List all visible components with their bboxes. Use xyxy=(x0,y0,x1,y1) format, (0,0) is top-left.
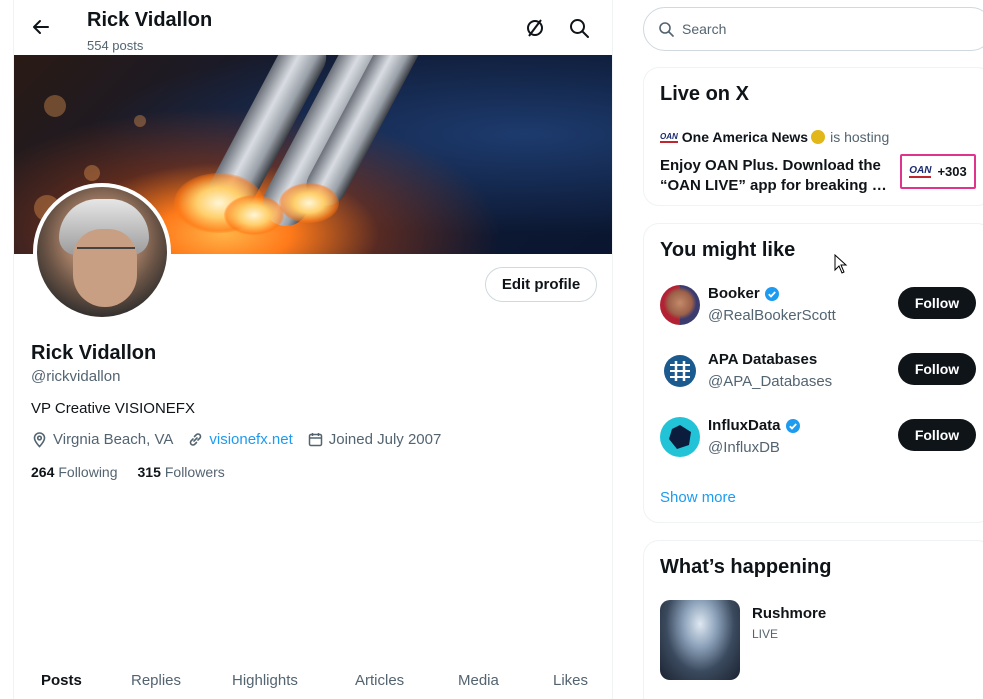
following-label: Following xyxy=(58,464,118,480)
topbar-name: Rick Vidallon xyxy=(87,9,213,31)
suggested-user-name: InfluxData xyxy=(708,417,801,434)
edit-profile-button[interactable]: Edit profile xyxy=(485,267,597,302)
suggested-user-handle: @APA_Databases xyxy=(708,373,833,390)
back-arrow-icon xyxy=(33,20,49,34)
suggested-user-handle: @InfluxDB xyxy=(708,439,780,456)
trend-status: LIVE xyxy=(752,627,779,641)
profile-bio: VP Creative VISIONEFX xyxy=(31,400,195,417)
live-description: Enjoy OAN Plus. Download the “OAN LIVE” … xyxy=(660,157,887,194)
profile-column: Rick Vidallon 554 posts Edit profile Ric… xyxy=(13,0,613,699)
avatar xyxy=(660,285,700,325)
tab-posts[interactable]: Posts xyxy=(41,672,82,689)
you-might-like-title: You might like xyxy=(660,239,796,261)
live-card-title: Live on X xyxy=(660,83,749,105)
live-host-row: OAN One America News is hosting xyxy=(660,129,889,145)
following-link[interactable]: 264 Following xyxy=(31,464,118,480)
joined-text: Joined July 2007 xyxy=(328,431,442,448)
tab-articles[interactable]: Articles xyxy=(355,672,404,689)
suggested-user[interactable]: InfluxData @InfluxDB Follow xyxy=(660,417,980,461)
listener-count: +303 xyxy=(937,164,967,179)
topbar-post-count: 554 posts xyxy=(87,38,144,53)
profile-meta: Virgnia Beach, VA visionefx.net Joined J… xyxy=(31,431,455,448)
suggested-user[interactable]: APA Databases @APA_Databases Follow xyxy=(660,351,980,395)
live-on-x-card[interactable]: Live on X OAN One America News is hostin… xyxy=(643,67,983,206)
mouse-cursor-icon xyxy=(834,254,848,274)
verified-badge-icon xyxy=(785,418,800,433)
profile-tabs: Posts Replies Highlights Articles Media … xyxy=(14,661,612,699)
search-placeholder: Search xyxy=(682,21,727,37)
location-item: Virgnia Beach, VA xyxy=(31,431,173,448)
influxdata-logo-avatar xyxy=(660,417,700,457)
profile-name: Rick Vidallon xyxy=(31,342,157,364)
search-icon xyxy=(659,22,674,37)
show-more-link[interactable]: Show more xyxy=(660,489,736,506)
live-host-name: One America News xyxy=(681,129,809,145)
followers-link[interactable]: 315 Followers xyxy=(138,464,225,480)
suggested-user-name: Booker xyxy=(708,285,780,302)
location-pin-icon xyxy=(33,432,46,448)
profile-topbar: Rick Vidallon 554 posts xyxy=(14,0,612,55)
location-text: Virgnia Beach, VA xyxy=(53,431,174,448)
you-might-like-card: You might like Booker @RealBookerScott F… xyxy=(643,223,983,523)
oan-small-logo: OAN xyxy=(660,131,678,143)
tab-replies[interactable]: Replies xyxy=(131,672,181,689)
whats-happening-card: What’s happening Rushmore LIVE xyxy=(643,540,983,699)
follow-button[interactable]: Follow xyxy=(898,287,976,319)
calendar-icon xyxy=(308,433,322,447)
followers-count: 315 xyxy=(137,464,161,480)
profile-avatar[interactable] xyxy=(33,183,171,321)
link-icon xyxy=(190,433,202,446)
follow-stats: 264 Following 315 Followers xyxy=(31,464,245,480)
follow-button[interactable]: Follow xyxy=(898,353,976,385)
gold-verified-icon xyxy=(811,130,826,144)
joined-item: Joined July 2007 xyxy=(307,431,442,448)
search-icon[interactable] xyxy=(568,17,590,39)
tab-likes[interactable]: Likes xyxy=(553,672,588,689)
search-box[interactable]: Search xyxy=(643,7,983,51)
followers-label: Followers xyxy=(164,464,225,480)
whats-happening-title: What’s happening xyxy=(660,556,832,578)
website-link[interactable]: visionefx.net xyxy=(209,431,292,448)
following-count: 264 xyxy=(31,464,55,480)
apa-logo-avatar xyxy=(660,351,700,391)
grok-icon[interactable] xyxy=(524,17,546,39)
live-listeners-badge[interactable]: OAN +303 xyxy=(900,154,976,189)
verified-badge-icon xyxy=(764,286,779,301)
tab-media[interactable]: Media xyxy=(458,672,499,689)
follow-button[interactable]: Follow xyxy=(898,419,976,451)
oan-logo: OAN xyxy=(909,165,932,178)
suggested-user[interactable]: Booker @RealBookerScott Follow xyxy=(660,285,980,329)
back-button[interactable] xyxy=(28,14,54,40)
live-hosting-label: is hosting xyxy=(830,129,890,145)
suggested-user-handle: @RealBookerScott xyxy=(708,307,836,324)
website-item: visionefx.net xyxy=(187,431,293,448)
tab-highlights[interactable]: Highlights xyxy=(232,672,298,689)
trend-name[interactable]: Rushmore xyxy=(752,605,826,622)
suggested-user-name: APA Databases xyxy=(708,351,818,368)
trend-thumbnail[interactable] xyxy=(660,600,740,680)
profile-handle: @rickvidallon xyxy=(31,368,121,385)
